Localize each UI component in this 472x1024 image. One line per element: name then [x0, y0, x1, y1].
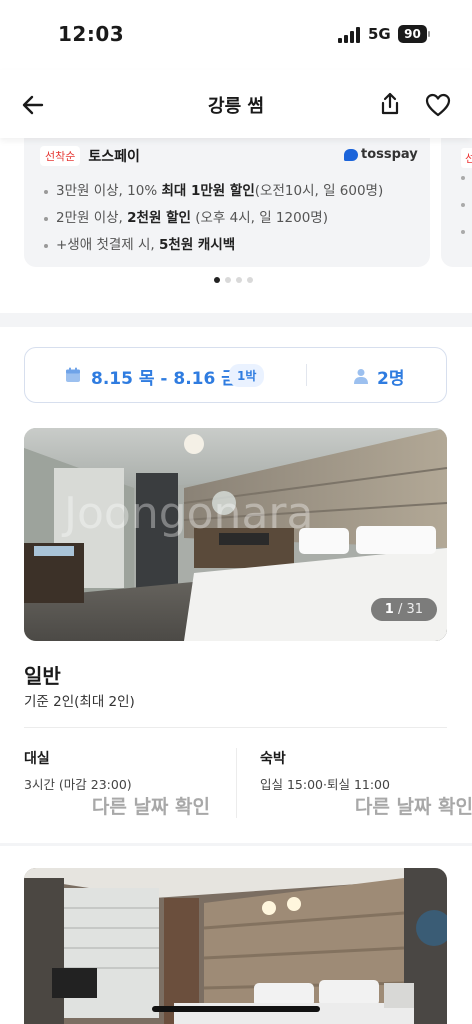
- room-name: 일반: [24, 664, 61, 688]
- option-divider: [236, 748, 237, 818]
- check-other-dates-button[interactable]: 다른 날짜 확인: [355, 792, 472, 819]
- battery-level: 90: [398, 25, 427, 43]
- option-detail: 3시간 (마감 23:00): [24, 777, 132, 792]
- nav-bar: 강릉 썸: [0, 70, 472, 138]
- calendar-icon: [66, 367, 80, 382]
- promo-badge: 선착: [461, 148, 472, 168]
- room-divider: [24, 727, 447, 728]
- promo-line: +생애 첫결제 시, 5천원 캐시백: [42, 232, 383, 259]
- promo-carousel[interactable]: 선착순 토스페이 tosspay 3만원 이상, 10% 최대 1만원 할인(오…: [0, 138, 472, 310]
- room-photo[interactable]: Joongonara 1 / 31: [24, 428, 447, 641]
- carousel-dots: [214, 277, 253, 283]
- status-time: 12:03: [58, 22, 125, 46]
- heart-icon[interactable]: [424, 91, 452, 119]
- tosspay-logo-text: tosspay: [361, 147, 418, 162]
- carousel-dot: [247, 277, 253, 283]
- home-indicator: [152, 1006, 320, 1012]
- option-title: 대실: [24, 751, 50, 767]
- battery-icon: 90: [398, 25, 430, 43]
- person-icon: [354, 369, 368, 384]
- guest-count[interactable]: 2명: [377, 364, 404, 389]
- room-capacity: 기준 2인(최대 2인): [24, 694, 135, 710]
- carousel-dot-active: [214, 277, 220, 283]
- room-photo[interactable]: [24, 868, 447, 1024]
- promo-lines: 3만원 이상, 10% 최대 1만원 할인(오전10시, 일 600명) 2만원…: [42, 178, 383, 259]
- tosspay-mark-icon: [344, 148, 358, 161]
- section-divider: [0, 843, 472, 846]
- option-daytime: 대실 3시간 (마감 23:00) 다른 날짜 확인: [24, 748, 224, 828]
- tosspay-logo: tosspay: [344, 147, 418, 162]
- watermark: Joongonara: [61, 488, 313, 539]
- option-title: 숙박: [260, 751, 286, 767]
- date-range[interactable]: 8.15 목 - 8.16 금: [91, 364, 237, 389]
- carousel-dot: [225, 277, 231, 283]
- promo-line: 2만원 이상, 2천원 할인 (오후 4시, 일 1200명): [42, 205, 383, 232]
- promo-card-next[interactable]: 선착: [441, 138, 472, 267]
- option-detail: 입실 15:00·퇴실 11:00: [260, 777, 390, 792]
- network-label: 5G: [368, 25, 391, 43]
- section-divider: [0, 313, 472, 327]
- promo-badge: 선착순: [40, 146, 81, 166]
- status-bar: 12:03 5G 90: [0, 0, 472, 70]
- check-other-dates-button[interactable]: 다른 날짜 확인: [92, 792, 210, 819]
- signal-icon: [338, 27, 360, 43]
- promo-title: 토스페이: [88, 149, 140, 165]
- selector-divider: [306, 364, 307, 386]
- promo-line: 3만원 이상, 10% 최대 1만원 할인(오전10시, 일 600명): [42, 178, 383, 205]
- option-overnight: 숙박 입실 15:00·퇴실 11:00 다른 날짜 확인: [260, 748, 472, 828]
- image-counter: 1 / 31: [370, 598, 437, 621]
- promo-card[interactable]: 선착순 토스페이 tosspay 3만원 이상, 10% 최대 1만원 할인(오…: [24, 138, 430, 267]
- carousel-dot: [236, 277, 242, 283]
- nights-badge: 1박: [229, 364, 265, 387]
- share-icon[interactable]: [376, 90, 404, 118]
- room-photo-image: [24, 868, 447, 1024]
- date-guest-selector[interactable]: 8.15 목 - 8.16 금 1박 2명: [24, 347, 447, 403]
